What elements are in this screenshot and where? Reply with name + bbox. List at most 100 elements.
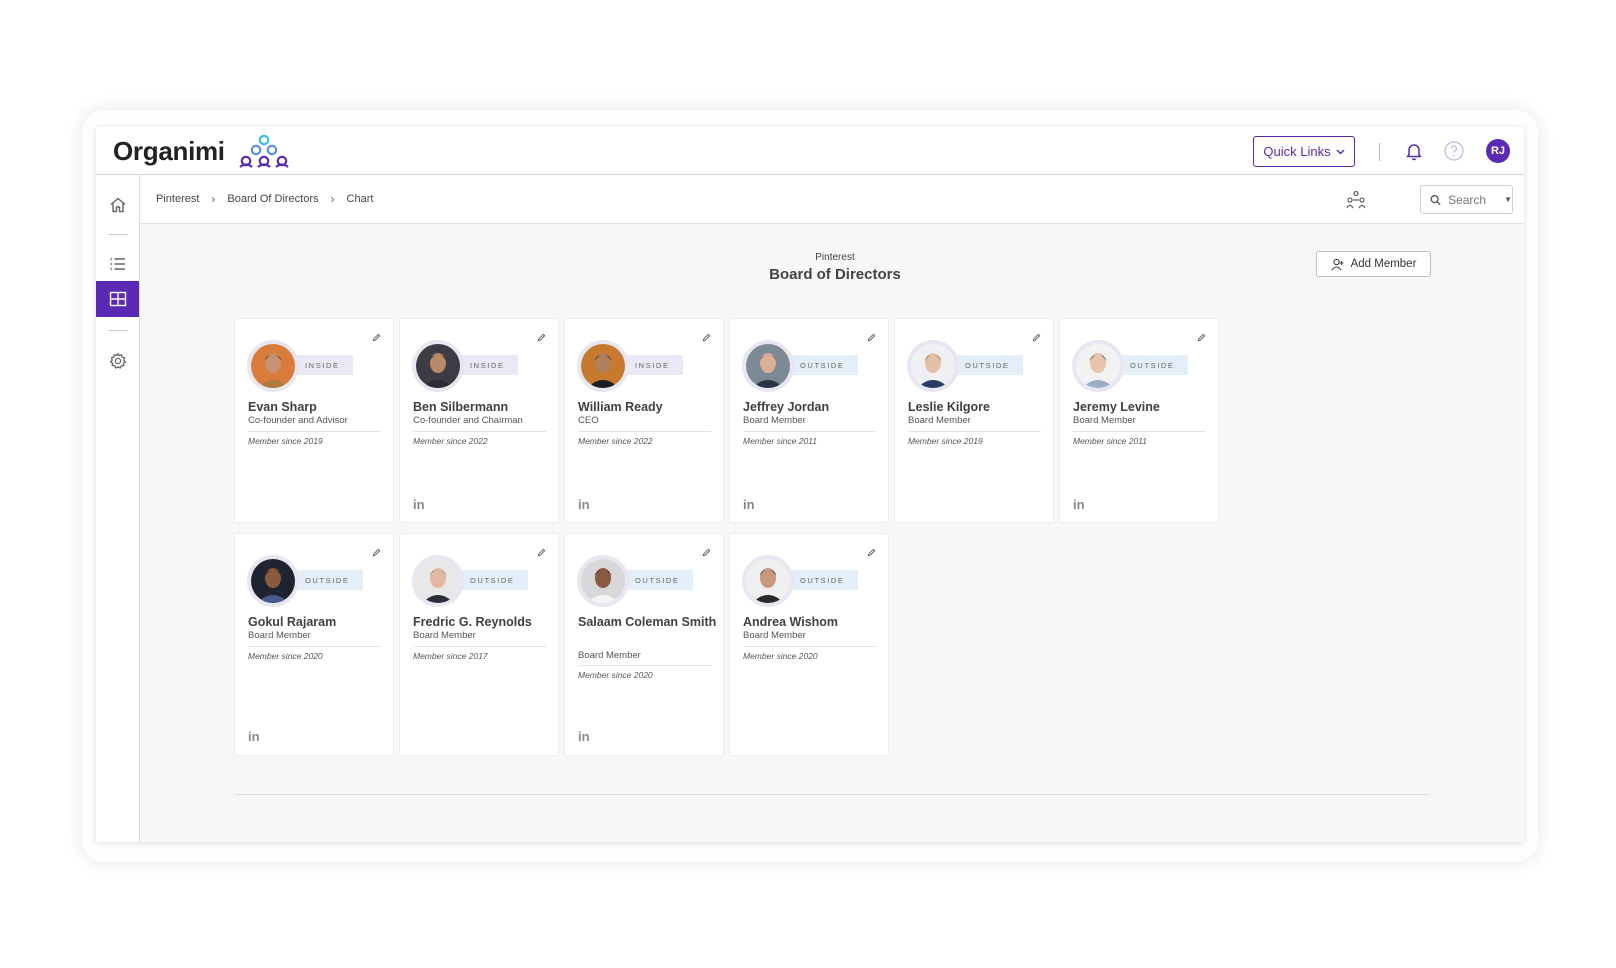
status-badge: INSIDE [293,355,353,375]
quick-links-label: Quick Links [1263,144,1331,159]
member-card[interactable]: OUTSIDE Leslie Kilgore Board Member Member … [894,318,1054,523]
member-name[interactable]: Leslie Kilgore [908,399,1048,416]
member-card[interactable]: INSIDE William Ready CEO Member since 2022 i… [564,318,724,523]
logo[interactable]: Organimi [113,134,291,168]
member-role: Board Member [1073,415,1136,426]
member-since: Member since 2020 [578,670,653,680]
sidebar-item-home[interactable] [96,187,139,223]
member-card[interactable]: OUTSIDE Jeffrey Jordan Board Member Member … [729,318,889,523]
add-member-button[interactable]: Add Member [1316,251,1431,277]
member-name[interactable]: Jeremy Levine [1073,399,1213,416]
org-chart-logo-icon [239,134,289,168]
add-user-icon [1331,258,1344,270]
member-photo [412,555,464,607]
search-dropdown-icon[interactable]: ▼ [1504,195,1512,204]
member-card[interactable]: OUTSIDE Fredric G. Reynolds Board Member Me… [399,533,559,756]
edit-pencil-icon[interactable] [372,333,381,342]
member-since: Member since 2017 [413,651,488,661]
status-badge: OUTSIDE [458,570,528,590]
edit-pencil-icon[interactable] [702,333,711,342]
member-photo [577,340,629,392]
member-role: CEO [578,415,599,426]
edit-pencil-icon[interactable] [537,548,546,557]
edit-pencil-icon[interactable] [1197,333,1206,342]
card-divider [1073,431,1206,432]
sidebar-item-chart[interactable] [96,281,139,317]
breadcrumb-item-board[interactable]: Board Of Directors [227,193,318,205]
linkedin-icon[interactable]: in [743,497,755,512]
divider [234,794,1430,795]
member-since: Member since 2020 [248,651,323,661]
card-divider [413,431,546,432]
sidebar-item-settings[interactable] [96,343,139,379]
member-role: Board Member [743,415,806,426]
linkedin-icon[interactable]: in [248,729,260,744]
member-card[interactable]: OUTSIDE Andrea Wishom Board Member Member s… [729,533,889,756]
member-name[interactable]: Salaam Coleman Smith [578,614,718,631]
status-badge: OUTSIDE [788,355,858,375]
quick-links-button[interactable]: Quick Links [1253,136,1355,167]
member-name[interactable]: Jeffrey Jordan [743,399,883,416]
search-input[interactable] [1448,192,1501,207]
member-role: Board Member [248,630,311,641]
member-photo [742,555,794,607]
member-photo [577,555,629,607]
status-badge: INSIDE [623,355,683,375]
member-photo [907,340,959,392]
edit-pencil-icon[interactable] [702,548,711,557]
linkedin-icon[interactable]: in [413,497,425,512]
edit-pencil-icon[interactable] [867,333,876,342]
bell-icon[interactable] [1404,141,1424,161]
breadcrumb-item-organization[interactable]: Pinterest [156,193,199,205]
member-card[interactable]: OUTSIDE Salaam Coleman Smith Board Member M… [564,533,724,756]
breadcrumb: Pinterest › Board Of Directors › Chart [156,192,373,206]
member-role: Board Member [743,630,806,641]
status-badge: OUTSIDE [788,570,858,590]
card-divider [248,646,381,647]
edit-pencil-icon[interactable] [1032,333,1041,342]
member-role: Board Member [908,415,971,426]
status-badge: OUTSIDE [623,570,693,590]
header-divider [1379,143,1380,161]
member-name[interactable]: William Ready [578,399,718,416]
member-name[interactable]: Ben Silbermann [413,399,553,416]
member-card[interactable]: INSIDE Evan Sharp Co-founder and Advisor Me… [234,318,394,523]
member-photo [742,340,794,392]
linkedin-icon[interactable]: in [578,729,590,744]
edit-pencil-icon[interactable] [537,333,546,342]
help-icon[interactable] [1443,140,1465,162]
member-name[interactable]: Gokul Rajaram [248,614,388,631]
edit-pencil-icon[interactable] [867,548,876,557]
member-role: Board Member [578,650,641,661]
list-icon [110,258,125,270]
card-divider [578,431,711,432]
status-badge: OUTSIDE [1118,355,1188,375]
chevron-right-icon: › [211,192,216,206]
member-since: Member since 2019 [248,436,323,446]
member-card[interactable]: OUTSIDE Jeremy Levine Board Member Member s… [1059,318,1219,523]
linkedin-icon[interactable]: in [1073,497,1085,512]
member-since: Member since 2022 [578,436,653,446]
sidebar [96,175,140,842]
member-card[interactable]: OUTSIDE Gokul Rajaram Board Member Member s… [234,533,394,756]
user-avatar[interactable]: RJ [1486,139,1510,163]
search-box[interactable]: ▼ [1420,185,1513,214]
org-people-icon[interactable] [1345,189,1367,211]
breadcrumb-item-chart: Chart [346,193,374,205]
edit-pencil-icon[interactable] [372,548,381,557]
search-icon [1430,194,1441,205]
member-card[interactable]: INSIDE Ben Silbermann Co-founder and Chair… [399,318,559,523]
member-name[interactable]: Evan Sharp [248,399,388,416]
member-name[interactable]: Andrea Wishom [743,614,883,631]
card-divider [248,431,381,432]
home-icon [110,197,125,213]
member-photo [1072,340,1124,392]
card-divider [743,431,876,432]
member-role: Co-founder and Advisor [248,415,348,426]
member-name[interactable]: Fredric G. Reynolds [413,614,553,631]
card-divider [908,431,1041,432]
member-photo [412,340,464,392]
sidebar-item-list[interactable] [96,246,139,282]
breadcrumb-bar: Pinterest › Board Of Directors › Chart ▼ [140,175,1524,224]
linkedin-icon[interactable]: in [578,497,590,512]
